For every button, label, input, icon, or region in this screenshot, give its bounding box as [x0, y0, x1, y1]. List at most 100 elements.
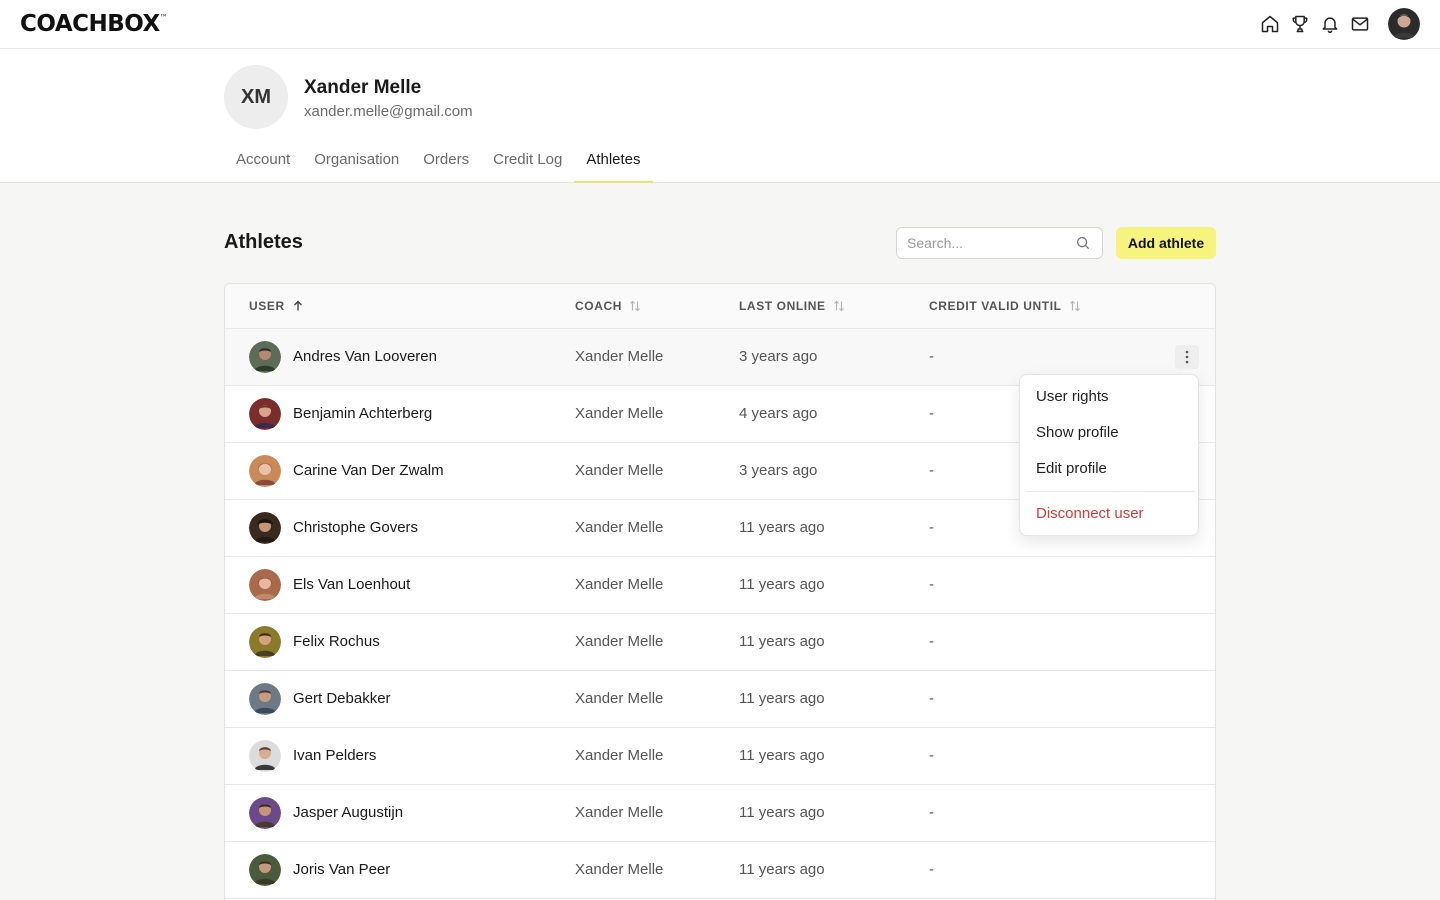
athlete-avatar: [249, 740, 281, 772]
athlete-avatar: [249, 683, 281, 715]
athlete-name[interactable]: Felix Rochus: [293, 633, 380, 650]
athlete-last-online: 4 years ago: [739, 405, 818, 422]
column-header-label: USER: [249, 299, 285, 313]
profile-initials-avatar: XM: [224, 65, 288, 129]
menu-divider: [1026, 491, 1194, 492]
row-actions-menu: User rights Show profile Edit profile Di…: [1019, 374, 1199, 536]
row-actions-button[interactable]: [1175, 345, 1199, 369]
sort-icon: [630, 300, 640, 312]
athlete-name[interactable]: Christophe Govers: [293, 519, 418, 536]
athlete-credit-valid-until: -: [929, 747, 934, 764]
athlete-name[interactable]: Els Van Loenhout: [293, 576, 410, 593]
add-athlete-button[interactable]: Add athlete: [1116, 227, 1216, 259]
table-row[interactable]: Els Van Loenhout Xander Melle 11 years a…: [225, 557, 1215, 614]
athlete-coach: Xander Melle: [575, 747, 664, 764]
table-header: USER COACH LAST ONLINE CREDIT VALID UNTI…: [225, 284, 1215, 329]
search-icon[interactable]: [1076, 236, 1090, 250]
athlete-avatar: [249, 512, 281, 544]
athlete-credit-valid-until: -: [929, 462, 934, 479]
athlete-name[interactable]: Benjamin Achterberg: [293, 405, 432, 422]
user-avatar[interactable]: [1388, 8, 1420, 40]
athlete-coach: Xander Melle: [575, 861, 664, 878]
column-header-credit-valid-until[interactable]: CREDIT VALID UNTIL: [929, 299, 1081, 313]
table-row[interactable]: Felix Rochus Xander Melle 11 years ago -: [225, 614, 1215, 671]
table-row[interactable]: Ivan Pelders Xander Melle 11 years ago -: [225, 728, 1215, 785]
athlete-credit-valid-until: -: [929, 576, 934, 593]
athlete-last-online: 11 years ago: [739, 519, 825, 536]
search-box: [896, 227, 1103, 259]
athlete-last-online: 11 years ago: [739, 633, 825, 650]
column-header-label: COACH: [575, 299, 622, 313]
athlete-credit-valid-until: -: [929, 405, 934, 422]
athlete-avatar: [249, 341, 281, 373]
athlete-avatar: [249, 797, 281, 829]
sort-ascending-icon: [293, 300, 302, 311]
trophy-icon[interactable]: [1290, 14, 1310, 34]
athlete-last-online: 3 years ago: [739, 462, 818, 479]
athlete-coach: Xander Melle: [575, 519, 664, 536]
athlete-coach: Xander Melle: [575, 633, 664, 650]
top-bar: COACHBOX™: [0, 0, 1440, 49]
menu-item-disconnect-user[interactable]: Disconnect user: [1036, 505, 1144, 522]
search-input[interactable]: [897, 228, 1067, 258]
logo-text: COACHBOX: [20, 11, 160, 37]
top-nav-icons: [1250, 8, 1420, 40]
athlete-last-online: 11 years ago: [739, 804, 825, 821]
tab-athletes[interactable]: Athletes: [574, 147, 653, 183]
bell-icon[interactable]: [1320, 14, 1340, 34]
athlete-last-online: 11 years ago: [739, 861, 825, 878]
athlete-name[interactable]: Andres Van Looveren: [293, 348, 437, 365]
table-row[interactable]: Joris Van Peer Xander Melle 11 years ago…: [225, 842, 1215, 899]
athlete-name[interactable]: Carine Van Der Zwalm: [293, 462, 444, 479]
athlete-coach: Xander Melle: [575, 348, 664, 365]
athlete-last-online: 11 years ago: [739, 747, 825, 764]
athlete-coach: Xander Melle: [575, 690, 664, 707]
athlete-avatar: [249, 455, 281, 487]
column-header-last-online[interactable]: LAST ONLINE: [739, 299, 845, 313]
athlete-credit-valid-until: -: [929, 804, 934, 821]
menu-item-user-rights[interactable]: User rights: [1036, 388, 1109, 405]
athlete-last-online: 3 years ago: [739, 348, 818, 365]
athlete-name[interactable]: Joris Van Peer: [293, 861, 390, 878]
athlete-name[interactable]: Ivan Pelders: [293, 747, 376, 764]
coachbox-logo[interactable]: COACHBOX™: [20, 11, 168, 37]
column-header-user[interactable]: USER: [249, 299, 304, 313]
table-row[interactable]: Gert Debakker Xander Melle 11 years ago …: [225, 671, 1215, 728]
column-header-coach[interactable]: COACH: [575, 299, 641, 313]
profile-name: Xander Melle: [304, 77, 422, 98]
athlete-coach: Xander Melle: [575, 405, 664, 422]
mail-icon[interactable]: [1350, 14, 1370, 34]
home-icon[interactable]: [1260, 14, 1280, 34]
athlete-name[interactable]: Gert Debakker: [293, 690, 391, 707]
menu-item-edit-profile[interactable]: Edit profile: [1036, 460, 1107, 477]
column-header-label: CREDIT VALID UNTIL: [929, 299, 1062, 313]
tab-account[interactable]: Account: [224, 147, 302, 183]
athlete-coach: Xander Melle: [575, 804, 664, 821]
menu-item-show-profile[interactable]: Show profile: [1036, 424, 1119, 441]
tab-organisation[interactable]: Organisation: [302, 147, 411, 183]
section-title: Athletes: [224, 231, 303, 253]
sort-icon: [833, 300, 844, 312]
athlete-avatar: [249, 854, 281, 886]
profile-email: xander.melle@gmail.com: [304, 103, 473, 120]
column-header-label: LAST ONLINE: [739, 299, 826, 313]
athlete-avatar: [249, 569, 281, 601]
athlete-credit-valid-until: -: [929, 519, 934, 536]
tab-credit-log[interactable]: Credit Log: [481, 147, 574, 183]
more-vertical-icon: [1185, 350, 1189, 364]
profile-header: XM Xander Melle xander.melle@gmail.com A…: [0, 49, 1440, 183]
athlete-credit-valid-until: -: [929, 633, 934, 650]
athlete-coach: Xander Melle: [575, 462, 664, 479]
athlete-avatar: [249, 398, 281, 430]
table-row[interactable]: Jasper Augustijn Xander Melle 11 years a…: [225, 785, 1215, 842]
athlete-credit-valid-until: -: [929, 861, 934, 878]
athlete-name[interactable]: Jasper Augustijn: [293, 804, 403, 821]
athlete-last-online: 11 years ago: [739, 576, 825, 593]
profile-tabs: Account Organisation Orders Credit Log A…: [224, 147, 653, 183]
athlete-last-online: 11 years ago: [739, 690, 825, 707]
athlete-credit-valid-until: -: [929, 348, 934, 365]
athlete-avatar: [249, 626, 281, 658]
logo-trademark: ™: [159, 13, 168, 22]
tab-orders[interactable]: Orders: [411, 147, 481, 183]
athlete-credit-valid-until: -: [929, 690, 934, 707]
